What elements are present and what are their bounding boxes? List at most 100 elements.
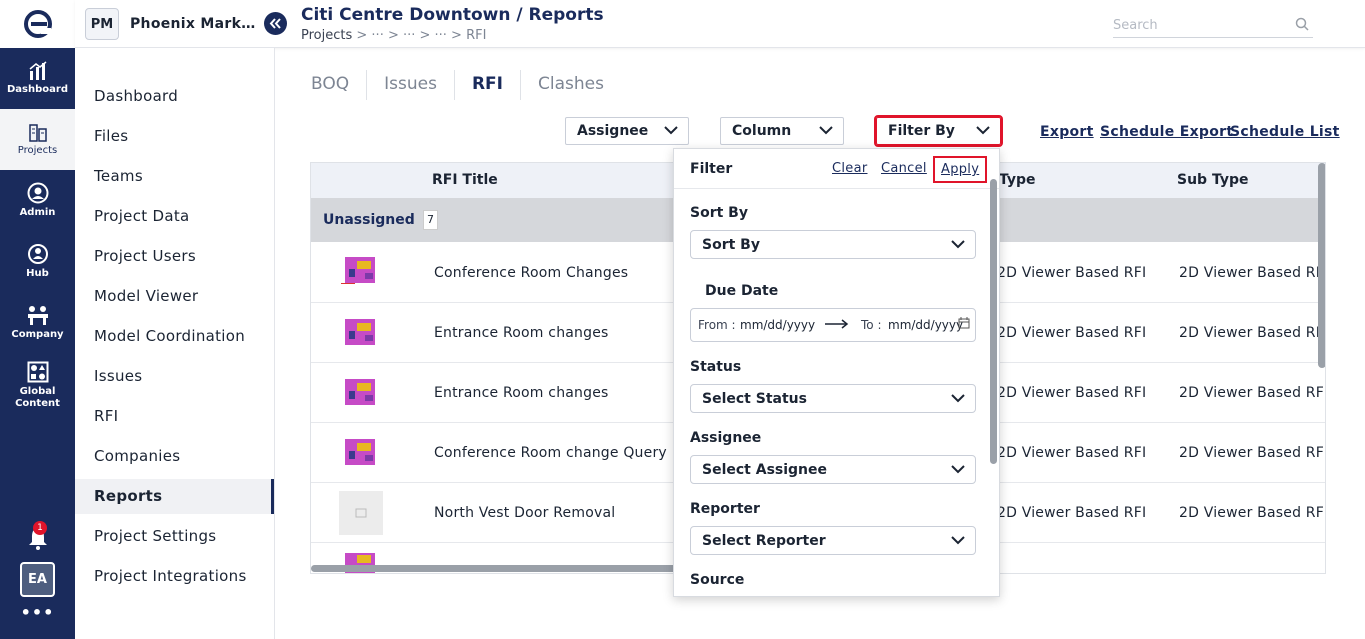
breadcrumb-projects[interactable]: Projects — [301, 28, 352, 43]
sidebar-item-rfi[interactable]: RFI — [75, 399, 274, 434]
rail-global-content[interactable]: Global Content — [0, 353, 75, 417]
source-label: Source — [690, 572, 745, 588]
rail-label-admin: Admin — [19, 207, 56, 218]
cell-sub-type: 2D Viewer Based RFI — [1179, 385, 1326, 401]
sidebar-item-project-settings[interactable]: Project Settings — [75, 519, 274, 554]
cell-rfi-title: Conference Room change Query — [434, 445, 667, 461]
chevron-down-icon — [951, 394, 965, 403]
search-input[interactable]: Search — [1113, 14, 1313, 38]
breadcrumb-collapsed[interactable]: > ··· > ··· > ··· > — [352, 28, 466, 43]
clear-button[interactable]: Clear — [832, 161, 868, 176]
assignee-select[interactable]: Select Assignee — [690, 455, 976, 484]
project-sidebar: Dashboard Files Teams Project Data Proje… — [75, 48, 275, 639]
floorplan-thumbnail — [341, 257, 375, 284]
cell-rfi-title: Entrance Room changes — [434, 385, 609, 401]
sidebar-item-dashboard[interactable]: Dashboard — [75, 79, 274, 114]
sidebar-item-project-integrations[interactable]: Project Integrations — [75, 559, 274, 594]
rail-hub[interactable]: Hub — [0, 231, 75, 292]
status-value: Select Status — [702, 391, 807, 407]
column-dropdown[interactable]: Column — [720, 117, 844, 145]
chart-bar-icon — [29, 61, 46, 80]
collapse-sidebar-button[interactable] — [264, 12, 287, 35]
more-menu[interactable]: ••• — [0, 603, 75, 622]
assignee-value: Select Assignee — [702, 462, 828, 478]
export-link[interactable]: Export — [1040, 124, 1094, 140]
rail-label-global-content: Global Content — [15, 385, 60, 409]
user-avatar[interactable]: EA — [20, 562, 55, 597]
search-icon — [1295, 17, 1309, 31]
due-date-label: Due Date — [705, 283, 779, 299]
header-rfi-title[interactable]: RFI Title — [432, 172, 498, 188]
tab-issues[interactable]: Issues — [367, 70, 455, 100]
company-people-icon — [27, 306, 48, 325]
top-bar: PM Phoenix Mark… Citi Centre Downtown / … — [75, 0, 1365, 48]
rail-label-dashboard: Dashboard — [7, 84, 68, 95]
sidebar-item-reports[interactable]: Reports — [75, 479, 274, 514]
assignee-dropdown[interactable]: Assignee — [565, 117, 689, 145]
rail-projects[interactable]: Projects — [0, 109, 75, 170]
sort-by-value: Sort By — [702, 237, 760, 253]
cell-type: 2D Viewer Based RFI — [997, 445, 1147, 461]
column-dropdown-label: Column — [732, 123, 792, 139]
group-count: 7 — [423, 210, 438, 230]
sidebar-item-model-viewer[interactable]: Model Viewer — [75, 279, 274, 314]
reporter-label: Reporter — [690, 501, 760, 517]
tab-rfi[interactable]: RFI — [455, 70, 521, 100]
to-date-input[interactable]: mm/dd/yyyy — [888, 318, 963, 332]
cell-sub-type: 2D Viewer Based RFI — [1179, 265, 1326, 281]
breadcrumb: Projects > ··· > ··· > ··· > RFI — [301, 28, 486, 43]
group-label: Unassigned — [323, 212, 415, 228]
sidebar-item-model-coordination[interactable]: Model Coordination — [75, 319, 274, 354]
double-chevron-left-icon — [269, 18, 281, 29]
tab-clashes[interactable]: Clashes — [521, 70, 621, 100]
rail-company[interactable]: Company — [0, 292, 75, 353]
filter-panel-scrollbar[interactable] — [990, 179, 997, 464]
filter-by-dropdown[interactable]: Filter By — [874, 115, 1003, 147]
filter-by-label: Filter By — [888, 123, 955, 139]
sidebar-item-project-users[interactable]: Project Users — [75, 239, 274, 274]
schedule-export-link[interactable]: Schedule Export — [1100, 124, 1233, 140]
app-logo[interactable] — [0, 0, 75, 48]
sidebar-item-teams[interactable]: Teams — [75, 159, 274, 194]
logo-icon — [23, 10, 52, 38]
shapes-icon — [27, 361, 48, 382]
chevron-down-icon — [951, 536, 965, 545]
cell-type: 2D Viewer Based RFI — [997, 385, 1147, 401]
rail-label-company: Company — [11, 329, 64, 340]
header-sub-type[interactable]: Sub Type — [1177, 172, 1248, 188]
filter-panel-header: Filter Clear Cancel Apply — [674, 149, 999, 189]
from-label: From : — [698, 318, 736, 332]
cell-rfi-title: Entrance Room changes — [434, 325, 609, 341]
sort-by-label: Sort By — [690, 205, 748, 221]
horizontal-scrollbar[interactable] — [311, 565, 681, 572]
apply-button[interactable]: Apply — [933, 156, 988, 183]
org-name: Phoenix Mark… — [130, 16, 256, 32]
page-title: Citi Centre Downtown / Reports — [301, 5, 604, 25]
cell-type: 2D Viewer Based RFI — [997, 325, 1147, 341]
sidebar-item-issues[interactable]: Issues — [75, 359, 274, 394]
sidebar-item-files[interactable]: Files — [75, 119, 274, 154]
sidebar-item-project-data[interactable]: Project Data — [75, 199, 274, 234]
rail-admin[interactable]: Admin — [0, 170, 75, 231]
vertical-scrollbar[interactable] — [1318, 163, 1325, 368]
reporter-select[interactable]: Select Reporter — [690, 526, 976, 555]
buildings-icon — [28, 124, 47, 142]
calendar-icon[interactable] — [958, 317, 970, 329]
rail-dashboard[interactable]: Dashboard — [0, 48, 75, 109]
floorplan-thumbnail — [345, 319, 375, 345]
to-label: To : — [861, 318, 882, 332]
app-rail: Dashboard Projects Admin Hub Company Glo… — [0, 0, 75, 639]
status-select[interactable]: Select Status — [690, 384, 976, 413]
tab-boq[interactable]: BOQ — [311, 70, 368, 100]
org-switcher[interactable]: PM Phoenix Mark… — [85, 8, 256, 40]
filter-panel-title: Filter — [690, 161, 733, 177]
globe-person-icon — [27, 244, 48, 264]
cell-rfi-title: North Vest Door Removal — [434, 505, 616, 521]
from-date-input[interactable]: mm/dd/yyyy — [740, 318, 815, 332]
assignee-label: Assignee — [690, 430, 762, 446]
sort-by-select[interactable]: Sort By — [690, 230, 976, 259]
sidebar-item-companies[interactable]: Companies — [75, 439, 274, 474]
cancel-button[interactable]: Cancel — [881, 161, 927, 176]
header-type[interactable]: Type — [999, 172, 1036, 188]
schedule-list-link[interactable]: Schedule List — [1230, 124, 1340, 140]
